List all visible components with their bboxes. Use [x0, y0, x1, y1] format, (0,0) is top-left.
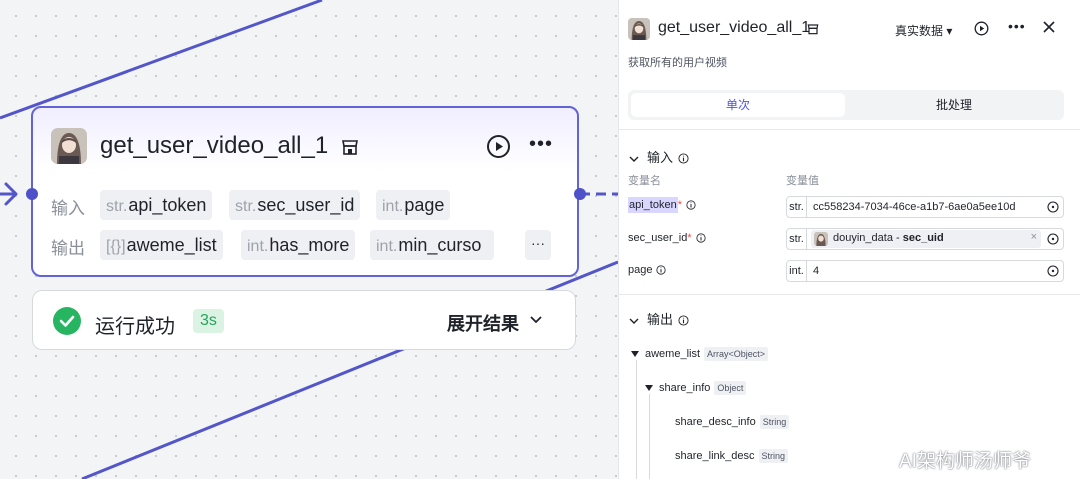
sec-user-id-field[interactable]: str. douyin_data - sec_uid × [786, 228, 1064, 250]
panel-title: get_user_video_all_1 [658, 19, 811, 36]
outputs-label: 输出 [51, 239, 85, 258]
plugin-node[interactable]: get_user_video_all_1 ••• 输入 str.api_toke… [31, 106, 579, 277]
tab-batch[interactable]: 批处理 [847, 93, 1061, 117]
divider [619, 129, 1080, 130]
info-icon [686, 200, 696, 210]
plugin-store-icon [807, 24, 819, 35]
tree-item-share-desc-info[interactable]: share_desc_info String [675, 415, 790, 429]
watermark: AI架构师汤师爷 [899, 451, 1031, 472]
divider [619, 294, 1080, 295]
variable-ref-icon[interactable] [1047, 233, 1059, 245]
anime-girl-avatar-icon [51, 128, 87, 164]
api-token-value: cc558234-7034-46ce-a1b7-6ae0a5ee10d [813, 201, 1016, 213]
inputs-label: 输入 [51, 199, 85, 218]
api-token-field[interactable]: str. cc558234-7034-46ce-a1b7-6ae0a5ee10d [786, 196, 1064, 218]
type-selector[interactable]: str. [787, 197, 807, 217]
expand-results-button[interactable]: 展开结果 [447, 310, 519, 336]
panel-description: 获取所有的用户视频 [628, 57, 727, 69]
info-icon [696, 233, 706, 243]
run-mode-tabs: 单次 批处理 [628, 90, 1064, 120]
close-icon[interactable] [1043, 21, 1055, 33]
info-icon [678, 315, 689, 326]
tree-item-aweme-list[interactable]: aweme_list Array<Object> [631, 347, 769, 361]
param-name-page: page [628, 264, 667, 276]
caret-down-icon [645, 385, 653, 391]
param-name-sec-user-id: sec_user_id* [628, 232, 706, 244]
node-detail-panel: get_user_video_all_1 真实数据 ▾ ••• 获取所有的用户视… [618, 0, 1080, 479]
input-tag-api-token: str.api_token [100, 190, 213, 220]
anime-girl-avatar-icon [814, 232, 828, 246]
node-title: get_user_video_all_1 [100, 132, 329, 159]
output-port[interactable] [574, 188, 586, 200]
input-tag-page: int.page [376, 190, 451, 220]
type-selector[interactable]: str. [787, 229, 807, 249]
output-section-header[interactable]: 输出 [629, 309, 689, 328]
data-mode-dropdown[interactable]: 真实数据 ▾ [895, 22, 952, 39]
play-circle-icon[interactable] [486, 134, 511, 159]
tree-item-share-link-desc[interactable]: share_link_desc String [675, 449, 789, 463]
output-tag-aweme-list: [{}]aweme_list [100, 230, 223, 260]
tab-single[interactable]: 单次 [631, 93, 845, 117]
more-horizontal-icon[interactable]: ••• [1008, 18, 1026, 34]
more-horizontal-icon[interactable]: ••• [529, 133, 553, 156]
chevron-down-icon[interactable] [529, 315, 543, 325]
input-tag-sec-user-id: str.sec_user_id [229, 190, 361, 220]
page-field[interactable]: int. 4 [786, 260, 1064, 282]
chevron-down-icon [629, 318, 639, 324]
info-icon [678, 153, 689, 164]
variable-reference-chip[interactable]: douyin_data - sec_uid × [811, 230, 1041, 248]
run-result-card[interactable]: 运行成功 3s 展开结果 [32, 290, 576, 350]
variable-ref-icon[interactable] [1047, 265, 1059, 277]
duration-badge: 3s [193, 309, 224, 333]
input-port[interactable] [26, 188, 38, 200]
anime-girl-avatar-icon [628, 18, 650, 40]
caret-down-icon: ▾ [946, 24, 953, 38]
chevron-down-icon [629, 156, 639, 162]
output-tag-has-more: int.has_more [241, 230, 356, 260]
plugin-store-icon [342, 140, 358, 155]
play-circle-icon[interactable] [974, 21, 989, 36]
run-status-text: 运行成功 [95, 316, 175, 338]
input-section-header[interactable]: 输入 [629, 147, 689, 166]
page-value: 4 [813, 265, 820, 277]
caret-down-icon [631, 351, 639, 357]
more-outputs-button[interactable]: ··· [525, 230, 551, 260]
success-check-icon [53, 307, 81, 335]
column-header-value: 变量值 [786, 175, 819, 187]
tree-guide-line [649, 394, 650, 479]
variable-ref-icon[interactable] [1047, 201, 1059, 213]
tree-guide-line [636, 360, 637, 479]
workflow-canvas[interactable]: get_user_video_all_1 ••• 输入 str.api_toke… [0, 0, 618, 479]
output-tag-min-cursor: int.min_curso [370, 230, 494, 260]
chip-label: douyin_data - sec_uid [833, 232, 944, 244]
column-header-name: 变量名 [628, 175, 661, 187]
param-name-api-token: api_token* [628, 197, 696, 213]
info-icon [656, 265, 667, 275]
clear-reference-button[interactable]: × [1031, 231, 1037, 243]
tree-item-share-info[interactable]: share_info Object [645, 381, 747, 395]
type-selector[interactable]: int. [787, 261, 807, 281]
